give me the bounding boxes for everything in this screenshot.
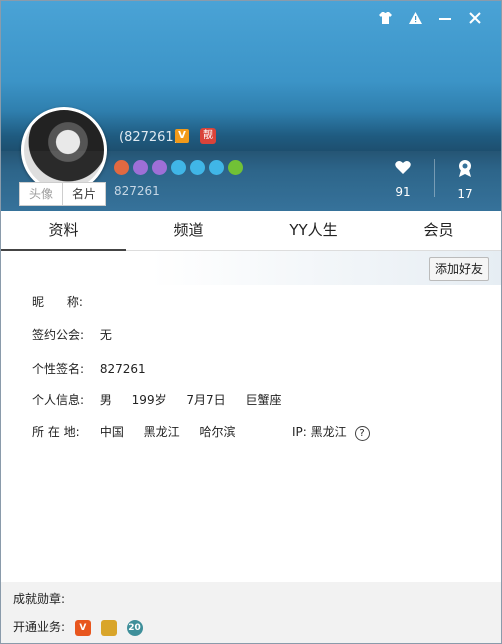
tab-member[interactable]: 会员 — [376, 211, 501, 250]
level-20-service-icon[interactable]: 20 — [126, 619, 143, 636]
tab-channel[interactable]: 频道 — [126, 211, 251, 250]
uid-paren: (827261) — [119, 130, 179, 145]
medal-icon[interactable] — [114, 160, 129, 175]
pretty-number-badge-icon[interactable]: 靓 — [200, 128, 216, 144]
services-row: 开通业务: V 20 — [13, 618, 143, 636]
signature-value: 827261 — [99, 362, 146, 376]
zodiac-value: 巨蟹座 — [245, 393, 282, 407]
guild-label: 签约公会: — [32, 328, 85, 342]
profile-window: 头像 名片 (827261) V 靓 827261 91 17 资料 频道 YY… — [0, 0, 502, 644]
tab-card[interactable]: 名片 — [63, 182, 107, 206]
warning-icon[interactable] — [407, 10, 423, 26]
leaf-icon[interactable] — [228, 160, 243, 175]
tab-yy-life[interactable]: YY人生 — [251, 211, 376, 250]
action-bar: 添加好友 — [1, 251, 501, 285]
age-value: 199岁 — [131, 393, 167, 407]
medals-stat[interactable]: 17 — [445, 160, 485, 201]
diamond-icon[interactable] — [209, 160, 224, 175]
location-label: 所 在 地: — [32, 425, 80, 439]
avatar-tabs: 头像 名片 — [19, 182, 107, 206]
avatar[interactable] — [21, 107, 107, 193]
profile-header: 头像 名片 (827261) V 靓 827261 91 17 — [1, 1, 501, 211]
likes-count: 91 — [395, 185, 411, 199]
likes-stat[interactable]: 91 — [383, 160, 423, 199]
window-controls — [377, 10, 483, 26]
services-label: 开通业务: — [13, 620, 66, 634]
signature-label: 个性签名: — [32, 362, 85, 376]
vip-badge-icon[interactable]: V — [175, 129, 189, 143]
ip-label: IP: — [292, 425, 307, 439]
location-row: 所 在 地: 中国 黑龙江 哈尔滨 IP: 黑龙江 ? — [32, 423, 432, 441]
medal-row — [114, 160, 243, 175]
ip-value: 黑龙江 — [310, 425, 347, 439]
tab-avatar[interactable]: 头像 — [19, 182, 64, 206]
nickname-label: 昵 称: — [32, 295, 83, 309]
blue-diamond-service-icon[interactable] — [100, 619, 117, 636]
medal-icon — [445, 160, 485, 181]
ip-group: IP: 黑龙江 ? — [292, 423, 370, 441]
birthday-value: 7月7日 — [186, 393, 226, 407]
diamond-icon[interactable] — [190, 160, 205, 175]
city-value: 哈尔滨 — [199, 425, 236, 439]
heart-icon — [383, 160, 423, 179]
medal-icon[interactable] — [133, 160, 148, 175]
help-icon[interactable]: ? — [354, 426, 370, 441]
main-tabs: 资料 频道 YY人生 会员 — [1, 211, 501, 251]
diamond-icon[interactable] — [171, 160, 186, 175]
uid: 827261 — [114, 184, 160, 198]
signature-row: 个性签名: 827261 — [32, 360, 162, 377]
medal-icon[interactable] — [152, 160, 167, 175]
minimize-icon[interactable] — [437, 10, 453, 26]
tab-profile[interactable]: 资料 — [1, 211, 126, 251]
guild-value: 无 — [99, 328, 112, 342]
skin-icon[interactable] — [377, 10, 393, 26]
personal-row: 个人信息: 男 199岁 7月7日 巨蟹座 — [32, 391, 298, 408]
medals-count: 17 — [457, 187, 473, 201]
close-icon[interactable] — [467, 10, 483, 26]
province-value: 黑龙江 — [143, 425, 180, 439]
personal-label: 个人信息: — [32, 393, 85, 407]
footer: 成就勋章: 开通业务: V 20 — [1, 582, 501, 643]
vip-service-icon[interactable]: V — [74, 619, 91, 636]
country-value: 中国 — [99, 425, 124, 439]
add-friend-button[interactable]: 添加好友 — [428, 257, 489, 281]
nickname-row: 昵 称: — [32, 293, 112, 310]
guild-row: 签约公会: 无 — [32, 326, 128, 343]
gender-value: 男 — [99, 393, 112, 407]
divider — [434, 159, 435, 197]
achievements-label: 成就勋章: — [13, 592, 66, 606]
